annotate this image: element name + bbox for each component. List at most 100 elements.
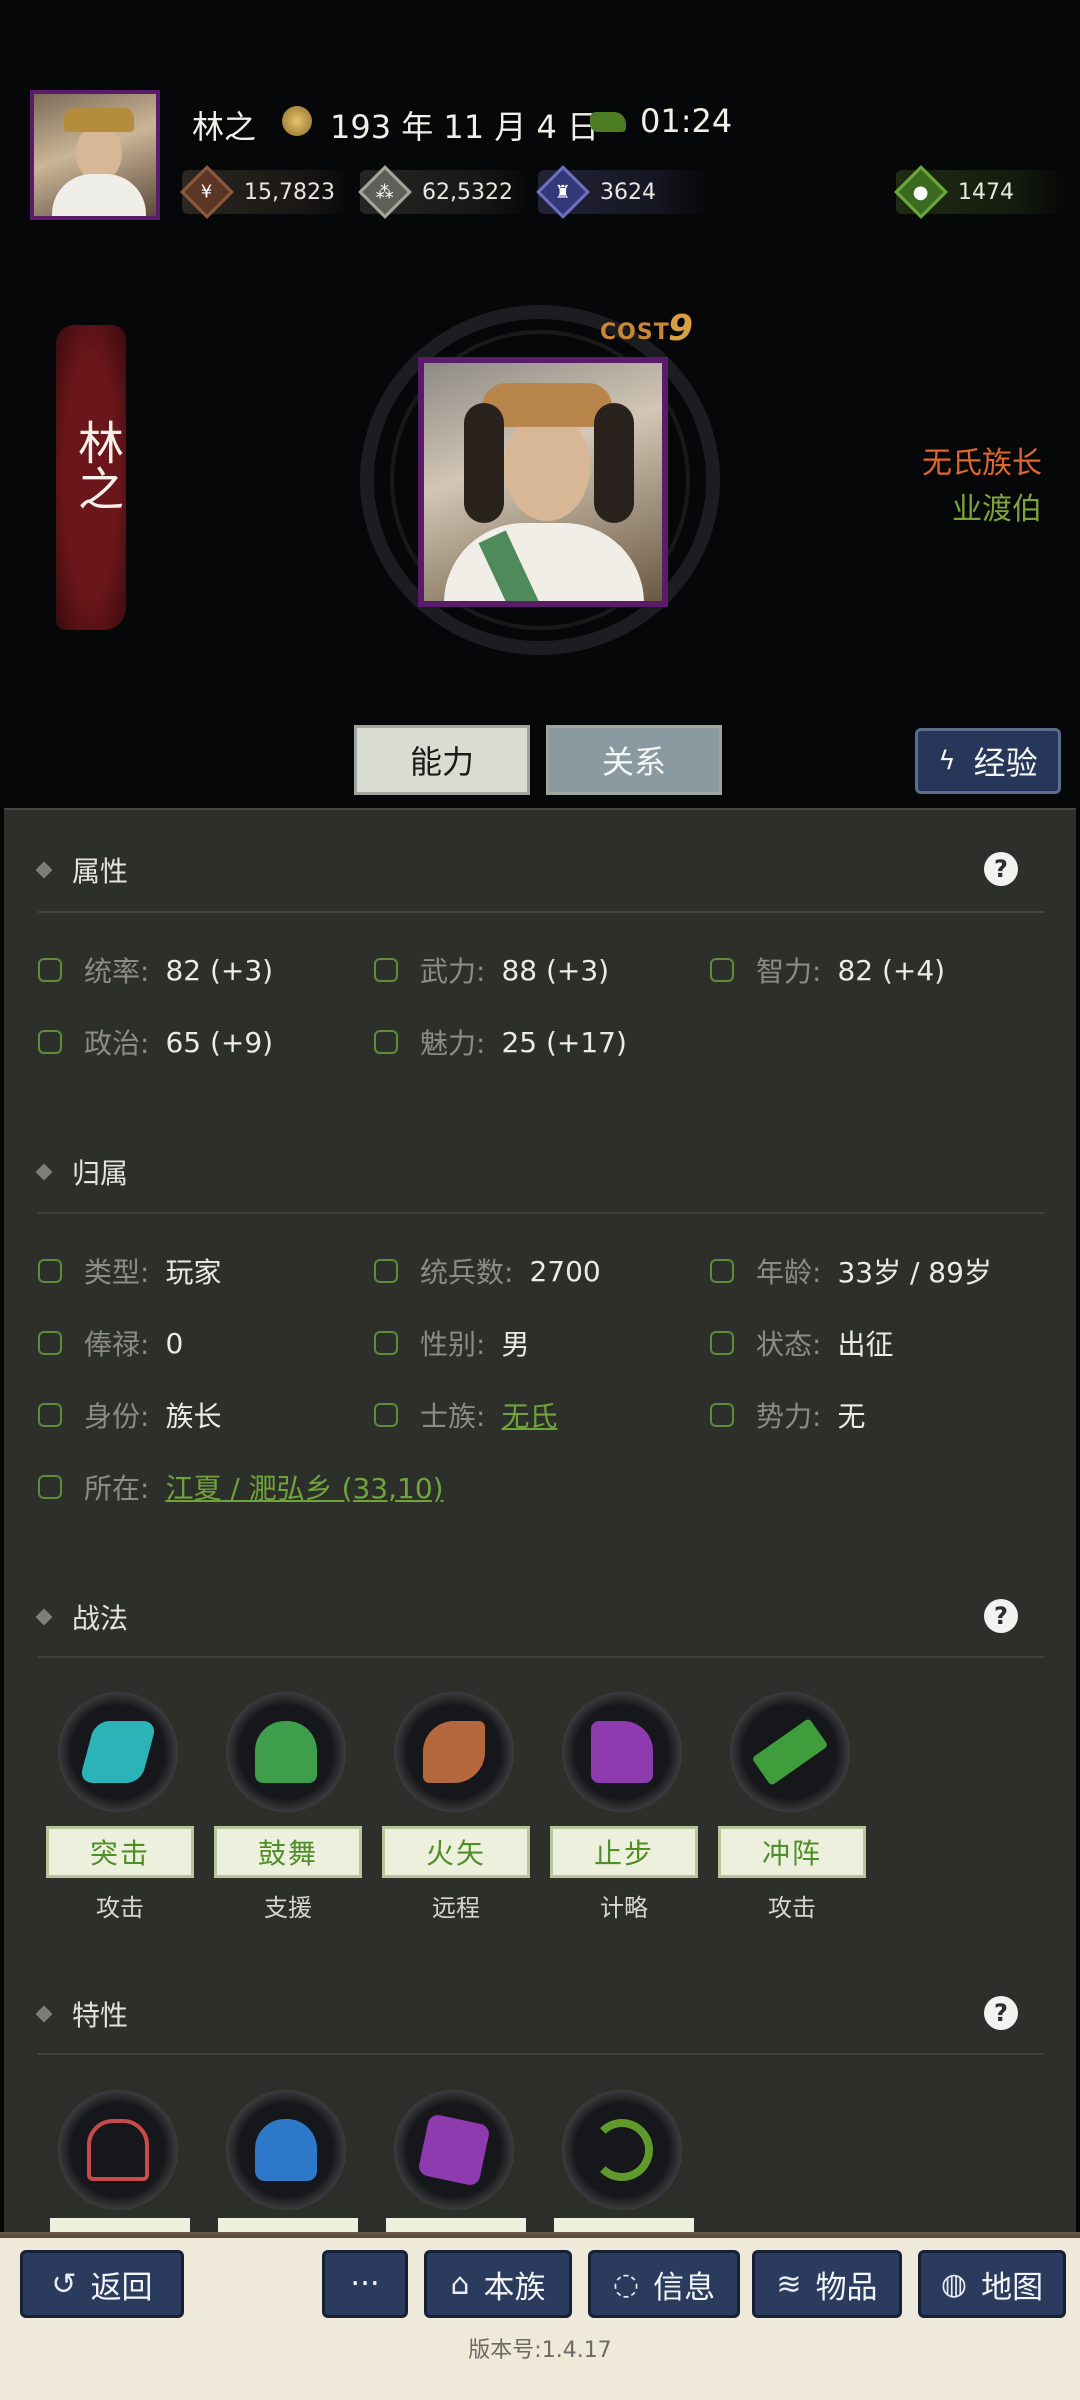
eye-icon — [374, 1030, 398, 1054]
game-time: 01:24 — [640, 102, 733, 140]
help-icon[interactable]: ? — [984, 1996, 1018, 2030]
info-type: 类型: 玩家 — [38, 1251, 221, 1291]
items-button[interactable]: ≋ 物品 — [752, 2250, 902, 2318]
info-age: 年龄: 33岁 / 89岁 — [710, 1251, 992, 1291]
section-title: 特性 — [72, 1999, 129, 2032]
divider — [38, 911, 1044, 913]
tactic-halt-button[interactable]: 止步 — [550, 1826, 698, 1878]
tactic-type: 计略 — [600, 1894, 648, 1922]
tactic-type: 支援 — [264, 1894, 312, 1922]
cost-value: 9 — [668, 308, 694, 349]
resource-soldier-value: 3624 — [600, 179, 656, 205]
tactic-type: 远程 — [432, 1894, 480, 1922]
section-title: 战法 — [72, 1602, 129, 1635]
info-faction: 势力: 无 — [710, 1395, 865, 1435]
back-button[interactable]: ↺ 返回 — [20, 2250, 184, 2318]
tactic-rush-button[interactable]: 冲阵 — [718, 1826, 866, 1878]
section-title: 归属 — [72, 1157, 129, 1190]
tactic-inspire-icon[interactable] — [226, 1692, 346, 1812]
banner-name: 林之 — [71, 419, 125, 511]
calendar-icon — [282, 106, 312, 136]
diamond-icon — [35, 1163, 53, 1181]
divider — [38, 1656, 1044, 1658]
calendar-check-icon — [38, 1259, 62, 1283]
more-button[interactable]: ··· — [322, 2250, 408, 2318]
trait-label-stub — [50, 2218, 190, 2232]
info-location: 所在: 江夏 / 淝弘乡 (33,10) — [38, 1467, 444, 1507]
tactic-fire-arrow-button[interactable]: 火矢 — [382, 1826, 530, 1878]
trait-label-stub — [218, 2218, 358, 2232]
section-tactics: 战法 — [35, 1597, 129, 1637]
tent-icon — [710, 1403, 734, 1427]
boot-icon — [38, 1403, 62, 1427]
help-icon[interactable]: ? — [984, 1599, 1018, 1633]
section-attributes: 属性 — [35, 850, 129, 890]
info-status: 状态: 出征 — [710, 1323, 893, 1363]
stat-charm: 魅力: 25 (+17) — [374, 1022, 627, 1062]
clan-icon: ⌂ — [450, 2266, 470, 2302]
trait-label-stub — [554, 2218, 694, 2232]
tactic-rush-icon[interactable] — [730, 1692, 850, 1812]
experience-label: 经验 — [973, 744, 1038, 782]
more-icon: ··· — [350, 2266, 380, 2302]
resource-grain[interactable]: ⁂ 62,5322 — [358, 165, 530, 219]
section-traits: 特性 — [35, 1994, 129, 2034]
stat-intelligence: 智力: 82 (+4) — [710, 950, 945, 990]
tactic-type: 攻击 — [768, 1894, 816, 1922]
diamond-icon — [35, 861, 53, 879]
tactic-charge-button[interactable]: 突击 — [46, 1826, 194, 1878]
tactic-inspire-button[interactable]: 鼓舞 — [214, 1826, 362, 1878]
trait-label-stub — [386, 2218, 526, 2232]
location-link[interactable]: 江夏 / 淝弘乡 (33,10) — [165, 1467, 443, 1507]
trait-group-icon[interactable] — [58, 2090, 178, 2210]
version-label: 版本号:1.4.17 — [468, 2338, 612, 2363]
resource-pouch-value: 1474 — [958, 179, 1014, 205]
age-icon — [710, 1259, 734, 1283]
map-button[interactable]: ◍ 地图 — [918, 2250, 1066, 2318]
grain-icon: ⁂ — [358, 165, 412, 219]
info-gender: 性别: 男 — [374, 1323, 529, 1363]
clan-button[interactable]: ⌂ 本族 — [424, 2250, 572, 2318]
help-icon[interactable]: ? — [984, 852, 1018, 886]
tactic-fire-arrow-icon[interactable] — [394, 1692, 514, 1812]
trait-elephant-icon[interactable] — [226, 2090, 346, 2210]
clan-link[interactable]: 无氏 — [501, 1395, 557, 1435]
section-title: 属性 — [72, 855, 129, 888]
tactic-charge-icon[interactable] — [58, 1692, 178, 1812]
trait-sickle-icon[interactable] — [562, 2090, 682, 2210]
section-belonging: 归属 — [35, 1152, 129, 1192]
resource-grain-value: 62,5322 — [422, 179, 513, 205]
info-identity: 身份: 族长 — [38, 1395, 221, 1435]
tactic-halt-icon[interactable] — [562, 1692, 682, 1812]
resource-pouch[interactable]: ● 1474 — [894, 165, 1066, 219]
info-troops: 统兵数: 2700 — [374, 1251, 601, 1291]
info-button[interactable]: ◌ 信息 — [588, 2250, 740, 2318]
character-portrait[interactable] — [418, 357, 668, 607]
tab-relations[interactable]: 关系 — [546, 725, 722, 795]
grass-icon — [38, 1475, 62, 1499]
diamond-icon — [35, 1608, 53, 1626]
tactic-type: 攻击 — [96, 1894, 144, 1922]
player-avatar[interactable] — [30, 90, 160, 220]
resource-soldier[interactable]: ♜ 3624 — [536, 165, 708, 219]
trait-rock-icon[interactable] — [394, 2090, 514, 2210]
yen-icon — [38, 1331, 62, 1355]
resource-coin-value: 15,7823 — [244, 179, 335, 205]
player-name: 林之 — [192, 108, 257, 146]
experience-button[interactable]: ϟ 经验 — [915, 728, 1061, 794]
resource-coin[interactable]: ¥ 15,7823 — [180, 165, 352, 219]
tab-ability[interactable]: 能力 — [354, 725, 530, 795]
pouch-icon: ● — [894, 165, 948, 219]
soldier-icon: ♜ — [536, 165, 590, 219]
info-clan: 士族: 无氏 — [374, 1395, 557, 1435]
brain-icon — [710, 958, 734, 982]
globe-icon: ◍ — [940, 2266, 968, 2302]
stat-politics: 政治: 65 (+9) — [38, 1022, 273, 1062]
game-date: 193 年 11 月 4 日 — [330, 108, 600, 146]
status-icon — [710, 1331, 734, 1355]
gender-icon — [374, 1331, 398, 1355]
clan-title: 无氏族长 — [922, 446, 1042, 481]
horse-icon — [590, 112, 626, 132]
back-arrow-icon: ↺ — [51, 2266, 77, 2302]
cost-label: COST — [600, 320, 670, 345]
